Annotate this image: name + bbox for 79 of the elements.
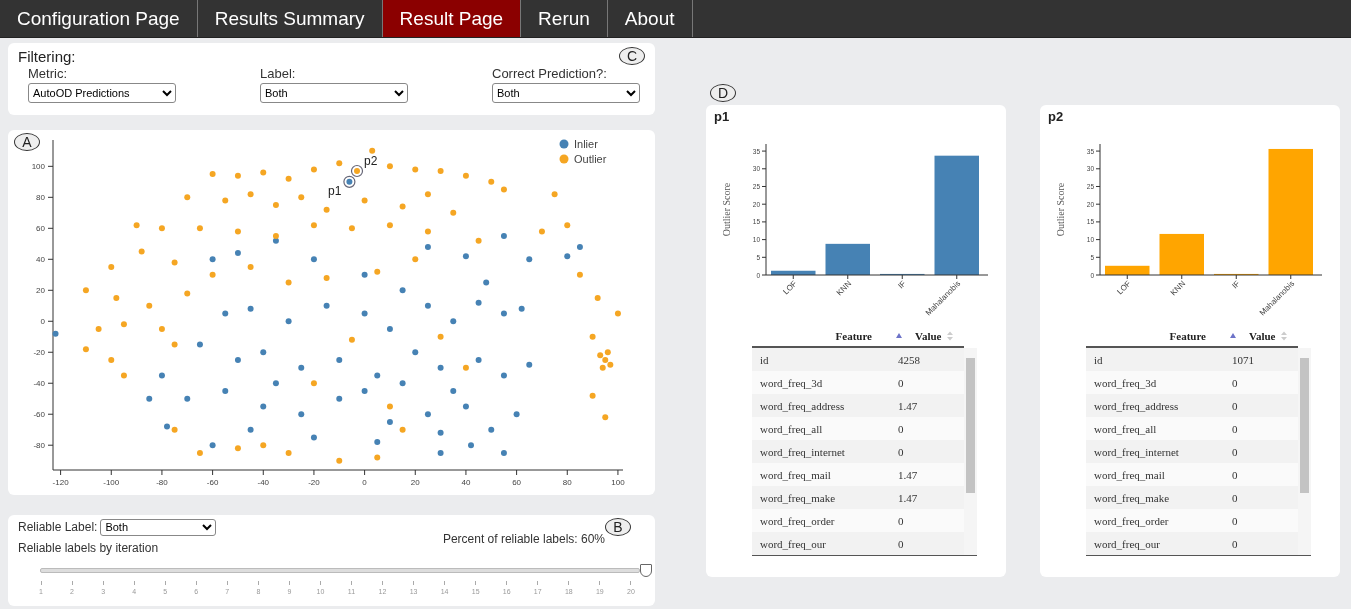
axis-tick-label: 80 xyxy=(36,193,45,203)
category-label: IF xyxy=(1230,279,1242,291)
table-cell-text: word_freq_make xyxy=(1093,491,1171,504)
table-cell-text: word_freq_3d xyxy=(1093,376,1158,389)
axis-tick-label: 60 xyxy=(512,478,522,487)
table-cell-text: 0 xyxy=(1231,399,1238,412)
table-cell-text: word_freq_all xyxy=(759,422,824,435)
category-label: IF xyxy=(896,279,908,291)
axis-tick-label: -20 xyxy=(33,348,45,358)
table-cell-text: 0 xyxy=(897,514,904,527)
axis-tick-label: 80 xyxy=(562,478,572,487)
table-cell-text: word_freq_mail xyxy=(759,468,832,481)
axis-tick-label: -80 xyxy=(156,478,168,487)
filter-label: Metric: xyxy=(28,66,68,81)
axis-tick-label: -120 xyxy=(52,478,69,487)
table-cell-text: id xyxy=(759,353,770,366)
axis-tick-label: 40 xyxy=(36,255,45,265)
table-cell-text: 0 xyxy=(1231,422,1238,435)
filter-label: Label: xyxy=(260,66,297,81)
axis-tick-label: -40 xyxy=(33,379,45,389)
point-title: p2 xyxy=(1048,109,1065,124)
axis-tick-label: 0 xyxy=(40,317,45,327)
percent-text: Percent of reliable labels: 60% xyxy=(442,532,605,546)
axis-tick-label: -40 xyxy=(257,478,270,487)
section-badge: B xyxy=(605,518,631,536)
axis-tick-label: -100 xyxy=(103,478,120,487)
table-cell-text: 0 xyxy=(1231,376,1238,389)
axis-tick-label: 20 xyxy=(36,286,45,296)
table-cell-text: 1.47 xyxy=(897,399,918,412)
point-label: p2 xyxy=(364,154,378,168)
table-cell-text: word_freq_address xyxy=(1093,399,1180,412)
table-cell-text: word_freq_order xyxy=(759,514,836,527)
point-label: p1 xyxy=(328,183,342,198)
table-cell-text: 0 xyxy=(1231,537,1238,550)
table-cell-text: 0 xyxy=(897,422,904,435)
table-cell-text: 0 xyxy=(1231,468,1238,481)
axis-title: Outlier Score xyxy=(1055,182,1066,237)
point-title: p1 xyxy=(714,109,731,124)
legend-label: Inlier xyxy=(574,138,598,150)
axis-tick-label: 100 xyxy=(31,162,45,172)
axis-tick-label: 100 xyxy=(611,478,625,487)
axis-tick-label: 60 xyxy=(36,224,45,234)
table-cell-text: 0 xyxy=(897,537,904,550)
field-label: Reliable Label: xyxy=(18,520,98,534)
filter-label: Correct Prediction?: xyxy=(492,66,608,81)
table-cell-text: word_freq_make xyxy=(759,491,837,504)
axis-tick-label: -80 xyxy=(33,441,45,451)
section-title: Reliable labels by iteration xyxy=(18,541,159,555)
table-cell-text: word_freq_internet xyxy=(759,445,846,458)
table-cell-text: word_freq_address xyxy=(759,399,846,412)
axis-tick-label: -20 xyxy=(308,478,320,487)
table-cell-text: 1.47 xyxy=(897,468,918,481)
table-cell-text: 0 xyxy=(1231,514,1238,527)
section-badge: C xyxy=(619,47,645,65)
axis-tick-label: -60 xyxy=(206,478,219,487)
table-cell-text: 1071 xyxy=(1231,353,1254,366)
table-cell-text: word_freq_3d xyxy=(759,376,824,389)
table-cell-text: 0 xyxy=(1231,491,1238,504)
table-cell-text: 0 xyxy=(897,376,904,389)
table-cell-text: word_freq_order xyxy=(1093,514,1170,527)
axis-title: Outlier Score xyxy=(721,182,732,237)
section-badge: D xyxy=(710,84,736,102)
table-cell-text: word_freq_mail xyxy=(1093,468,1166,481)
table-cell-text: word_freq_internet xyxy=(1093,445,1180,458)
axis-tick-label: 20 xyxy=(410,478,420,487)
axis-tick-label: 40 xyxy=(461,478,471,487)
table-cell-text: word_freq_our xyxy=(759,537,827,550)
section-badge: A xyxy=(14,133,40,151)
section-title: Filtering: xyxy=(18,47,76,65)
table-cell-text: word_freq_all xyxy=(1093,422,1158,435)
table-cell-text: 0 xyxy=(897,445,904,458)
legend-label: Outlier xyxy=(574,153,607,165)
table-cell-text: 0 xyxy=(1231,445,1238,458)
axis-tick-label: -60 xyxy=(33,410,45,420)
table-cell-text: 4258 xyxy=(897,353,920,366)
axis-tick-label: 0 xyxy=(362,478,367,487)
table-cell-text: 1.47 xyxy=(897,491,918,504)
table-cell-text: id xyxy=(1093,353,1104,366)
table-cell-text: word_freq_our xyxy=(1093,537,1161,550)
